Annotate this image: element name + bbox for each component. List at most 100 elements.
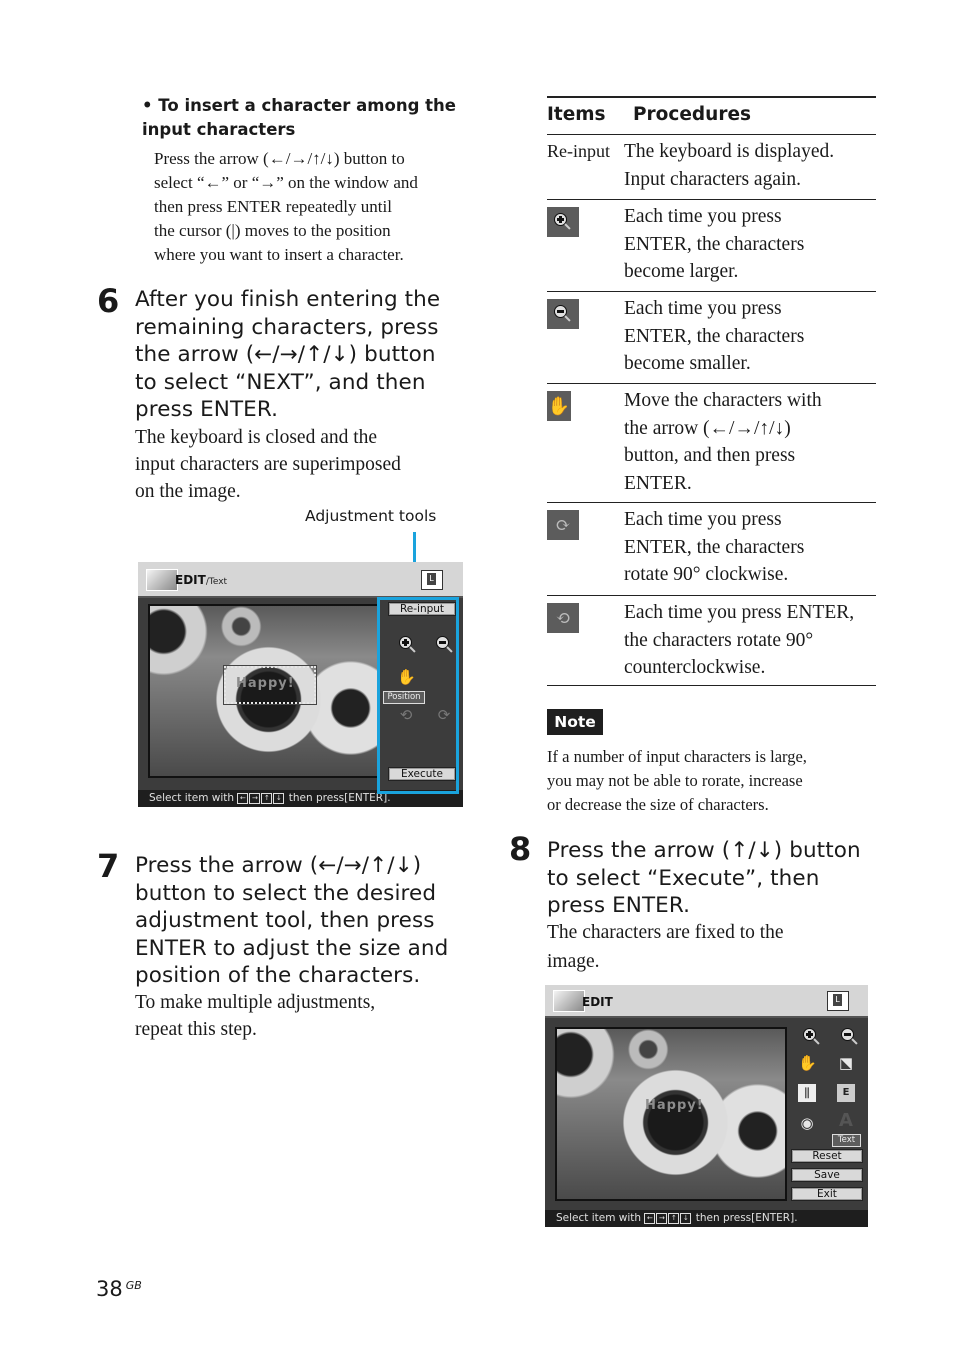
left-key-icon: ←: [644, 1212, 656, 1224]
left-key-icon: ←: [237, 792, 249, 804]
status-end: .: [794, 1212, 798, 1224]
table-row: ⟳ Each time you press ENTER, the charact…: [547, 503, 876, 596]
hand-icon: ✋: [547, 391, 571, 421]
item-label: Re-input: [547, 141, 610, 161]
edit-pencil-icon: [553, 990, 585, 1012]
bullet-marker: •: [142, 96, 153, 115]
text-line: ENTER.: [624, 472, 692, 494]
bullet-heading: • To insert a character among the input …: [142, 94, 472, 142]
text-line: you may not be able to rorate, increase: [547, 771, 803, 790]
text-line: After you finish entering the: [135, 287, 441, 312]
text-line: If a number of input characters is large…: [547, 747, 807, 766]
header-items: Items: [547, 104, 606, 125]
table-header: Items Procedures: [547, 98, 876, 135]
text-line: ENTER, the characters: [624, 536, 805, 558]
procedure-text: Each time you press ENTER, the character…: [624, 506, 804, 589]
reset-button[interactable]: Reset: [791, 1149, 863, 1163]
bullet-title: To insert a character among the input ch…: [142, 96, 456, 139]
text-line: Each time you press: [624, 509, 782, 530]
status-suffix: then press: [695, 1212, 752, 1224]
text-line: ENTER, the characters: [624, 233, 805, 255]
text-line: Press the arrow (←/→/↑/↓): [135, 853, 422, 878]
zoom-in-icon[interactable]: [803, 1028, 816, 1041]
adjustment-tools-highlight: [377, 597, 459, 794]
text-line: ENTER to adjust the size and: [135, 935, 449, 961]
procedure-text: Move the characters with the arrow (←/→/…: [624, 387, 822, 497]
text-line: The characters are fixed to the: [547, 922, 784, 943]
text-line: button, and then press: [624, 445, 796, 466]
hand-icon[interactable]: ✋: [798, 1054, 817, 1072]
text-line: Each time you press: [624, 206, 782, 227]
zoom-out-icon: [547, 299, 579, 329]
sliders-icon[interactable]: ⫼: [798, 1084, 816, 1102]
text-line: Press the arrow (←/→/↑/↓) button to: [154, 149, 405, 168]
enter-key-label: [ENTER]: [751, 1212, 795, 1224]
region-code: GB: [125, 1279, 142, 1292]
text-line: The keyboard is displayed.: [624, 141, 835, 162]
step-body: To make multiple adjustments, repeat thi…: [135, 989, 465, 1043]
text-icon[interactable]: A: [837, 1112, 855, 1130]
table-row: Re-input The keyboard is displayed. Inpu…: [547, 135, 876, 200]
bullet-body: Press the arrow (←/→/↑/↓) button to sele…: [154, 147, 474, 267]
note-text: If a number of input characters is large…: [547, 745, 877, 817]
edit-screen: EDIT L Happy! ✋ ⬔ ⫼ E ◉ A Text Reset Sav…: [545, 985, 868, 1227]
step-title: Press the arrow (↑/↓) button to select “…: [547, 837, 877, 920]
layout-icon[interactable]: L: [827, 991, 849, 1011]
text-line: the cursor (|) moves to the position: [154, 221, 391, 240]
title-text: EDIT: [175, 573, 206, 587]
screen-title: EDIT∕Text: [175, 573, 227, 587]
text-line: become larger.: [624, 261, 739, 282]
right-key-icon: →: [656, 1212, 668, 1224]
subtitle-text: ∕Text: [205, 577, 228, 587]
step-number: 8: [509, 830, 532, 868]
red-eye-icon[interactable]: ◉: [798, 1114, 816, 1132]
text-line: where you want to insert a character.: [154, 245, 404, 264]
text-line: Move the characters with: [624, 390, 822, 411]
layout-letter: L: [833, 994, 842, 1006]
exit-button[interactable]: Exit: [791, 1187, 863, 1201]
text-line: The keyboard is closed and the: [135, 427, 378, 448]
step-body: The characters are fixed to the image.: [547, 919, 877, 976]
zoom-out-icon[interactable]: [841, 1028, 854, 1041]
text-line: rotate 90° clockwise.: [624, 564, 789, 585]
text-line: press ENTER.: [547, 893, 691, 918]
step-title: Press the arrow (←/→/↑/↓) button to sele…: [135, 852, 465, 990]
screen-header: EDIT∕Text L: [138, 562, 463, 598]
text-tag: Text: [832, 1134, 861, 1147]
text-line: then press ENTER repeatedly until: [154, 197, 392, 216]
text-line: select “←” or “→” on the window and: [154, 173, 418, 192]
layout-letter: L: [427, 573, 436, 585]
text-line: Each time you press ENTER,: [624, 602, 855, 623]
procedure-text: The keyboard is displayed. Input charact…: [624, 138, 834, 193]
status-suffix: then press: [288, 792, 345, 804]
rotate-cw-icon: ⟳: [547, 510, 579, 540]
table-row: ⟲ Each time you press ENTER, the charact…: [547, 596, 876, 686]
status-prefix: Select item with: [556, 1212, 642, 1224]
step-title: After you finish entering the remaining …: [135, 286, 465, 424]
step-body: The keyboard is closed and the input cha…: [135, 424, 465, 505]
text-line: become smaller.: [624, 353, 751, 374]
text-line: to select “NEXT”, and then: [135, 369, 426, 395]
text-line: input characters are superimposed: [135, 454, 401, 475]
procedure-text: Each time you press ENTER, the character…: [624, 203, 804, 286]
text-line: remaining characters, press: [135, 314, 439, 340]
overlay-text: Happy!: [236, 676, 295, 691]
text-line: the arrow (←/→/↑/↓): [624, 417, 791, 439]
status-prefix: Select item with: [149, 792, 235, 804]
save-button[interactable]: Save: [791, 1168, 863, 1182]
items-procedures-table: Items Procedures Re-input The keyboard i…: [547, 96, 876, 686]
layout-icon[interactable]: L: [421, 570, 443, 590]
down-key-icon: ↓: [273, 792, 285, 804]
text-line: to select “Execute”, then: [547, 865, 820, 891]
edit-pencil-icon: [146, 569, 178, 591]
zoom-in-icon: [547, 207, 579, 237]
text-line: position of the characters.: [135, 963, 421, 988]
frame-icon[interactable]: E: [837, 1084, 855, 1102]
crop-icon[interactable]: ⬔: [837, 1054, 855, 1072]
up-key-icon: ↑: [261, 792, 273, 804]
table-row: Each time you press ENTER, the character…: [547, 292, 876, 384]
procedure-text: Each time you press ENTER, the character…: [624, 599, 854, 682]
table-row: Each time you press ENTER, the character…: [547, 200, 876, 292]
header-procedures: Procedures: [633, 104, 752, 125]
step-number: 6: [97, 282, 120, 320]
